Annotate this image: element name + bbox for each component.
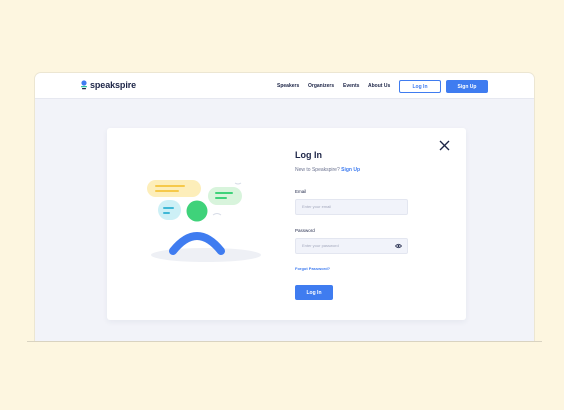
nav-link-organizers[interactable]: Organizers	[308, 83, 334, 89]
email-field[interactable]: Enter your email	[295, 199, 408, 215]
email-label: Email	[295, 189, 307, 194]
logo[interactable]: speakspire	[80, 80, 136, 90]
close-icon[interactable]	[439, 140, 450, 151]
navbar: speakspire Speakers Organizers Events Ab…	[35, 73, 534, 99]
illustration	[147, 180, 261, 262]
nav-link-speakers[interactable]: Speakers	[277, 83, 299, 89]
login-form: Log In New to Speakspire? Sign Up Email …	[295, 150, 415, 300]
login-button[interactable]: Log In	[399, 80, 441, 93]
email-placeholder: Enter your email	[302, 204, 332, 209]
nav-link-events[interactable]: Events	[343, 83, 359, 89]
forgot-password-link[interactable]: Forgot Password?	[295, 266, 415, 271]
signup-button[interactable]: Sign Up	[446, 80, 488, 93]
divider	[27, 341, 542, 342]
logo-microphone-icon	[81, 80, 87, 90]
signup-prompt: New to Speakspire? Sign Up	[295, 167, 415, 173]
password-field[interactable]: Enter your password	[295, 238, 408, 254]
brand-name: speakspire	[90, 80, 137, 90]
signup-prompt-text: New to Speakspire?	[295, 167, 340, 173]
signup-link[interactable]: Sign Up	[341, 167, 360, 173]
submit-login-button[interactable]: Log In	[295, 285, 333, 300]
eye-icon[interactable]	[395, 243, 402, 249]
login-modal: Log In New to Speakspire? Sign Up Email …	[107, 128, 466, 320]
browser-frame: speakspire Speakers Organizers Events Ab…	[35, 73, 534, 341]
password-label: Password	[295, 228, 315, 233]
password-placeholder: Enter your password	[302, 243, 339, 248]
nav-link-about-us[interactable]: About Us	[368, 83, 390, 89]
page-title: Log In	[295, 150, 322, 160]
